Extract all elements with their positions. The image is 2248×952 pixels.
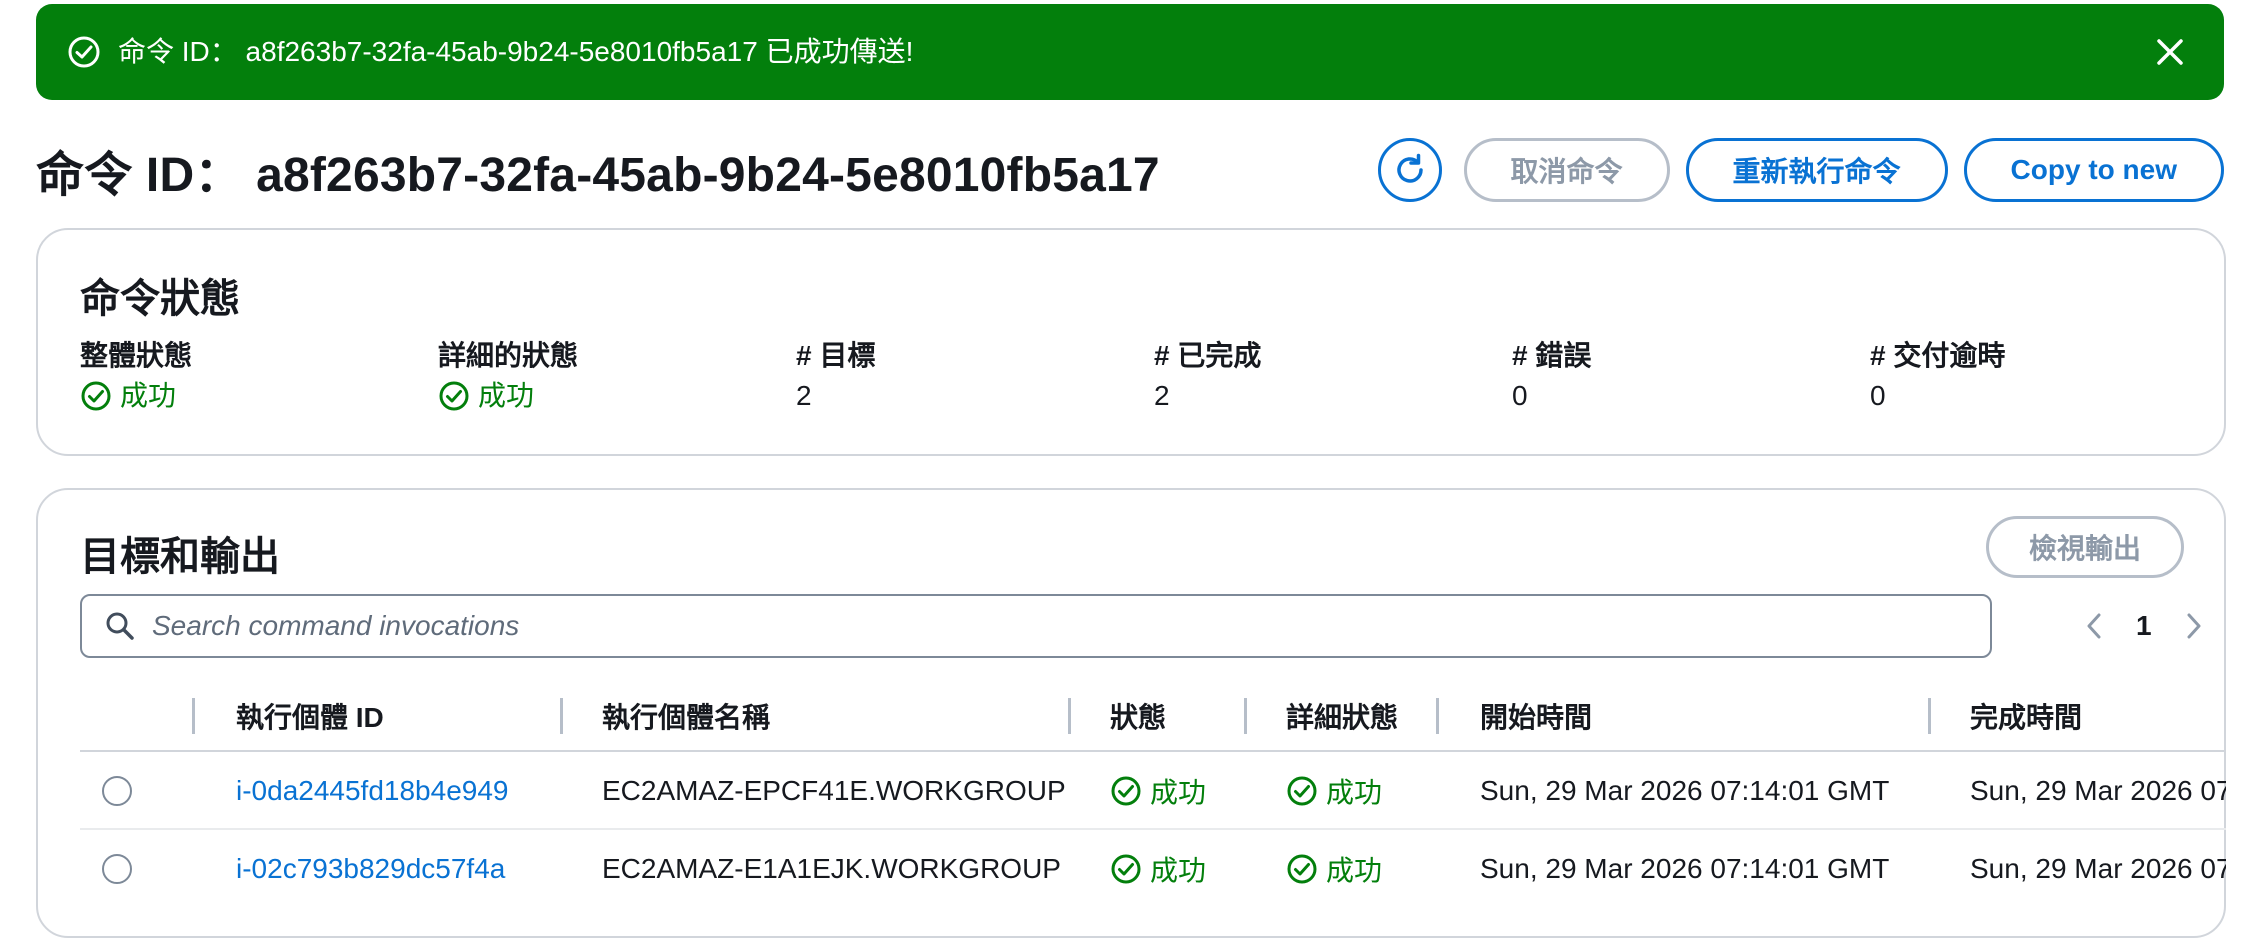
refresh-icon <box>1396 153 1423 183</box>
stat-label: # 目標 <box>796 340 876 371</box>
flash-message: 命令 ID： a8f263b7-32fa-45ab-9b24-5e8010fb5… <box>118 36 914 67</box>
stat-label: 詳細的狀態 <box>438 340 579 371</box>
column-divider[interactable] <box>1928 698 1931 734</box>
success-check-icon <box>1111 854 1141 884</box>
command-status-title: 命令狀態 <box>80 277 240 321</box>
pagination: 1 <box>2082 602 2206 650</box>
end-time: Sun, 29 Mar 2026 07:14:01 GMT <box>1970 853 2226 884</box>
column-divider[interactable] <box>1068 698 1071 734</box>
status-text: 成功 <box>1150 855 1207 886</box>
stat-label: 整體狀態 <box>80 340 193 371</box>
stat-value-text: 成功 <box>478 380 535 411</box>
stat-value: 2 <box>796 380 812 411</box>
success-check-icon <box>1111 776 1141 806</box>
column-header-instance-id[interactable]: 執行個體 ID <box>236 680 384 752</box>
status-cell: 成功 <box>1110 830 1206 908</box>
row-select-cell <box>102 752 132 830</box>
success-check-icon <box>1287 854 1317 884</box>
targets-outputs-card: 目標和輸出 檢視輸出 1 執行個體 ID 執行個體名稱 <box>36 488 2226 938</box>
stat-overall-status: 整體狀態 成功 <box>80 338 192 416</box>
stat-errors: # 錯誤 0 <box>1512 338 1591 416</box>
column-header-instance-name[interactable]: 執行個體名稱 <box>602 680 770 752</box>
search-icon <box>106 612 134 640</box>
stat-delivery-timeout: # 交付逾時 0 <box>1870 338 2005 416</box>
stat-detailed-status: 詳細的狀態 成功 <box>438 338 578 416</box>
view-output-button[interactable]: 檢視輸出 <box>1985 516 2184 578</box>
rerun-command-button[interactable]: 重新執行命令 <box>1685 138 1948 202</box>
success-check-icon <box>439 381 469 411</box>
column-divider[interactable] <box>560 698 563 734</box>
stat-value: 2 <box>1154 380 1170 411</box>
detailed-status-cell: 成功 <box>1286 752 1382 830</box>
stat-label: # 交付逾時 <box>1870 340 2006 371</box>
table-row[interactable]: i-02c793b829dc57f4a EC2AMAZ-E1A1EJK.WORK… <box>80 830 2226 908</box>
instance-id-link[interactable]: i-0da2445fd18b4e949 <box>236 752 508 830</box>
instance-name: EC2AMAZ-E1A1EJK.WORKGROUP <box>602 853 1061 884</box>
chevron-right-icon[interactable] <box>2182 610 2206 642</box>
detailed-status-text: 成功 <box>1326 855 1383 886</box>
close-icon <box>2157 39 2183 65</box>
status-text: 成功 <box>1150 777 1207 808</box>
column-header-start-time[interactable]: 開始時間 <box>1480 680 1592 752</box>
chevron-left-icon[interactable] <box>2082 610 2106 642</box>
detailed-status-cell: 成功 <box>1286 830 1382 908</box>
end-time: Sun, 29 Mar 2026 07:14:01 GMT <box>1970 775 2226 806</box>
stat-value: 成功 <box>438 376 578 416</box>
dismiss-flash-button[interactable] <box>2148 30 2192 74</box>
success-check-icon <box>81 381 111 411</box>
cancel-command-button[interactable]: 取消命令 <box>1463 138 1670 202</box>
search-box <box>80 594 1992 658</box>
success-check-icon <box>68 36 100 68</box>
stat-completed: # 已完成 2 <box>1154 338 1261 416</box>
success-flash-banner: 命令 ID： a8f263b7-32fa-45ab-9b24-5e8010fb5… <box>36 4 2224 100</box>
stat-value: 成功 <box>80 376 192 416</box>
status-stats: 整體狀態 成功 詳細的狀態 成功 # 目標 2 # 已完成 2 # 錯誤 0 #… <box>80 338 2204 418</box>
instance-id-link[interactable]: i-02c793b829dc57f4a <box>236 830 505 908</box>
refresh-button[interactable] <box>1377 138 1442 202</box>
stat-value: 0 <box>1870 380 1886 411</box>
stat-label: # 已完成 <box>1154 340 1262 371</box>
stat-value-text: 成功 <box>120 380 177 411</box>
column-header-status[interactable]: 狀態 <box>1110 680 1166 752</box>
table-header-row: 執行個體 ID 執行個體名稱 狀態 詳細狀態 開始時間 完成時間 <box>80 680 2226 752</box>
invocations-table: 執行個體 ID 執行個體名稱 狀態 詳細狀態 開始時間 完成時間 i-0da24… <box>80 680 2226 936</box>
column-divider[interactable] <box>192 698 195 734</box>
column-header-end-time[interactable]: 完成時間 <box>1970 680 2082 752</box>
column-header-detailed-status[interactable]: 詳細狀態 <box>1286 680 1398 752</box>
command-detail-page: 命令 ID： a8f263b7-32fa-45ab-9b24-5e8010fb5… <box>0 0 2248 952</box>
stat-value: 0 <box>1512 380 1528 411</box>
column-divider[interactable] <box>1244 698 1247 734</box>
start-time: Sun, 29 Mar 2026 07:14:01 GMT <box>1480 853 1890 884</box>
header-actions: 取消命令 重新執行命令 Copy to new <box>1377 138 2224 202</box>
row-radio[interactable] <box>102 776 132 806</box>
row-radio[interactable] <box>102 854 132 884</box>
table-row[interactable]: i-0da2445fd18b4e949 EC2AMAZ-EPCF41E.WORK… <box>80 752 2226 830</box>
success-check-icon <box>1287 776 1317 806</box>
page-number[interactable]: 1 <box>2136 610 2152 642</box>
page-title: 命令 ID： a8f263b7-32fa-45ab-9b24-5e8010fb5… <box>36 149 1160 202</box>
stat-label: # 錯誤 <box>1512 340 1592 371</box>
status-cell: 成功 <box>1110 752 1206 830</box>
row-select-cell <box>102 830 132 908</box>
targets-outputs-title: 目標和輸出 <box>80 535 280 579</box>
stat-targets: # 目標 2 <box>796 338 875 416</box>
copy-to-new-button[interactable]: Copy to new <box>1963 138 2224 202</box>
detailed-status-text: 成功 <box>1326 777 1383 808</box>
column-divider[interactable] <box>1436 698 1439 734</box>
start-time: Sun, 29 Mar 2026 07:14:01 GMT <box>1480 775 1890 806</box>
search-input[interactable] <box>150 609 1930 643</box>
command-status-card: 命令狀態 整體狀態 成功 詳細的狀態 成功 # 目標 2 # 已完成 2 # 錯… <box>36 228 2226 456</box>
instance-name: EC2AMAZ-EPCF41E.WORKGROUP <box>602 775 1066 806</box>
page-header: 命令 ID： a8f263b7-32fa-45ab-9b24-5e8010fb5… <box>36 130 2224 210</box>
